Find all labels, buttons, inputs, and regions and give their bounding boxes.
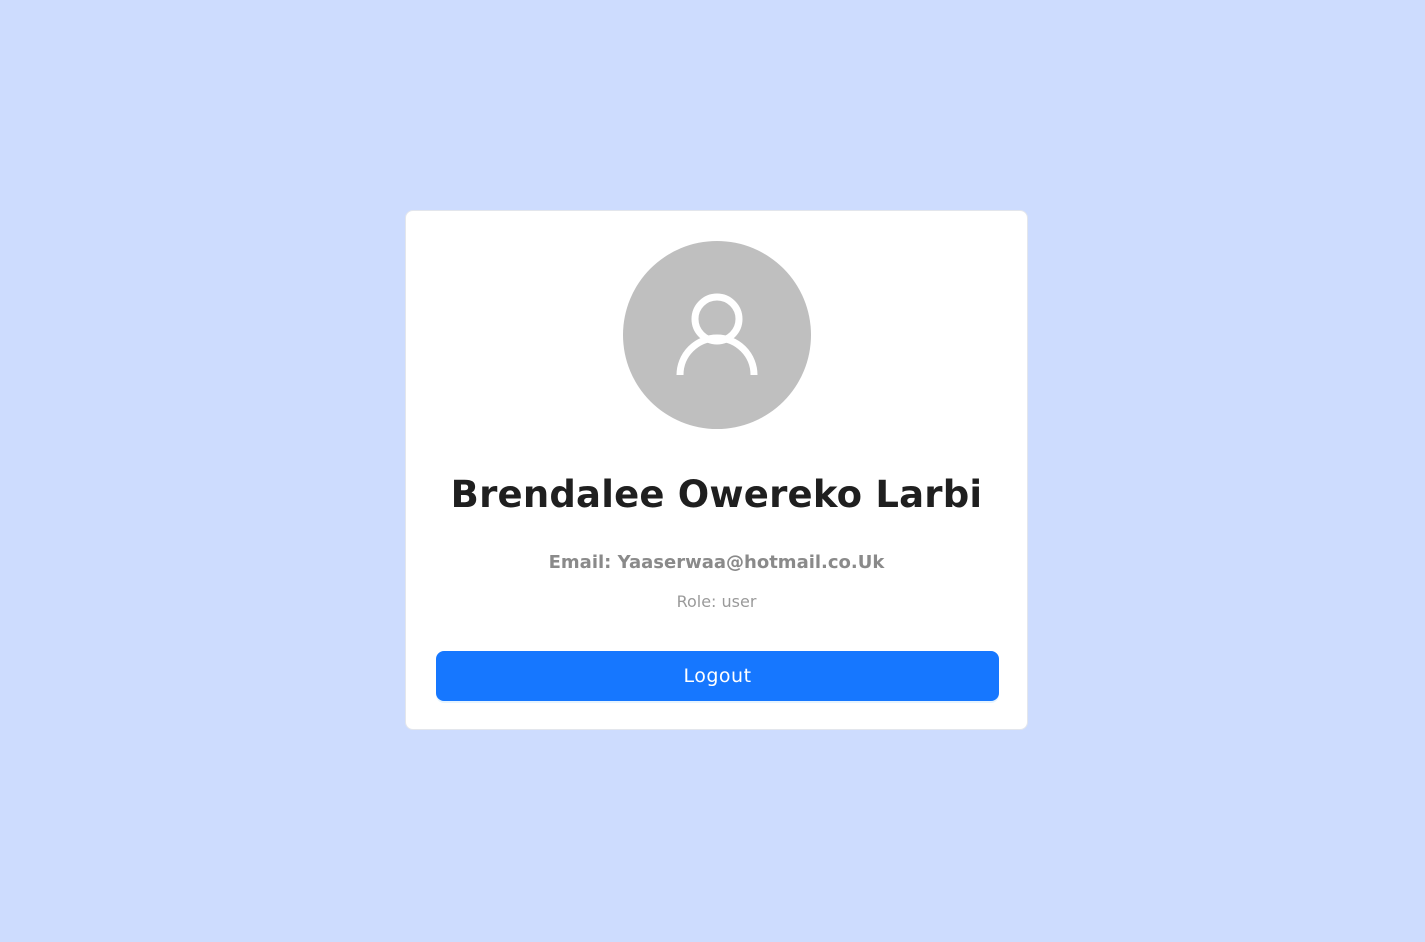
profile-card: Brendalee Owereko Larbi Email: Yaaserwaa… <box>405 210 1028 730</box>
profile-role: Role: user <box>676 592 757 611</box>
profile-name: Brendalee Owereko Larbi <box>450 473 983 516</box>
logout-button[interactable]: Logout <box>436 651 999 701</box>
profile-email: Email: Yaaserwaa@hotmail.co.Uk <box>548 552 885 573</box>
avatar <box>623 241 811 429</box>
user-icon <box>676 293 758 376</box>
page: Brendalee Owereko Larbi Email: Yaaserwaa… <box>0 0 1425 942</box>
